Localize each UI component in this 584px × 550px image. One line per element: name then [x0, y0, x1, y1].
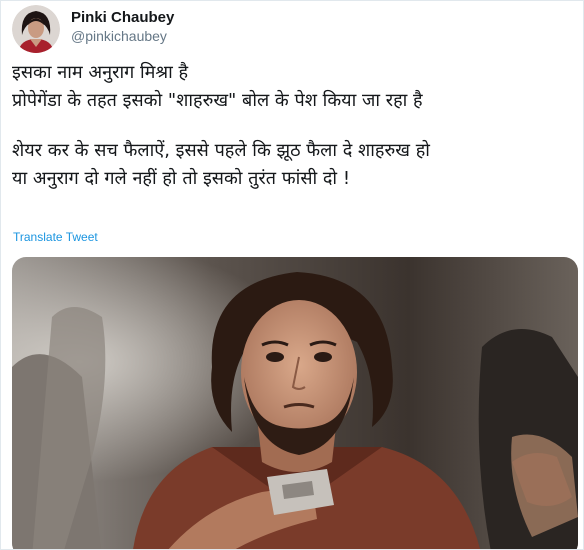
avatar[interactable]: [12, 5, 60, 53]
tweet-text: इसका नाम अनुराग मिश्रा है प्रोपेगेंडा के…: [12, 59, 577, 193]
tweet-text-line: प्रोपेगेंडा के तहत इसको "शाहरुख" बोल के …: [12, 90, 423, 111]
translate-tweet-link[interactable]: Translate Tweet: [13, 230, 98, 244]
avatar-image: [12, 5, 60, 53]
tweet-text-line: या अनुराग दो गले नहीं हो तो इसको तुरंत फ…: [12, 168, 351, 189]
tweet-text-line: इसका नाम अनुराग मिश्रा है: [12, 62, 189, 83]
tweet-text-line: शेयर कर के सच फैलाऐं, इससे पहले कि झूठ फ…: [12, 140, 430, 161]
tweet-card: Pinki Chaubey @pinkichaubey इसका नाम अनु…: [0, 0, 584, 550]
photo-image: [12, 257, 578, 549]
display-name[interactable]: Pinki Chaubey: [71, 9, 174, 26]
user-handle[interactable]: @pinkichaubey: [71, 28, 167, 44]
tweet-photo[interactable]: [12, 257, 578, 549]
